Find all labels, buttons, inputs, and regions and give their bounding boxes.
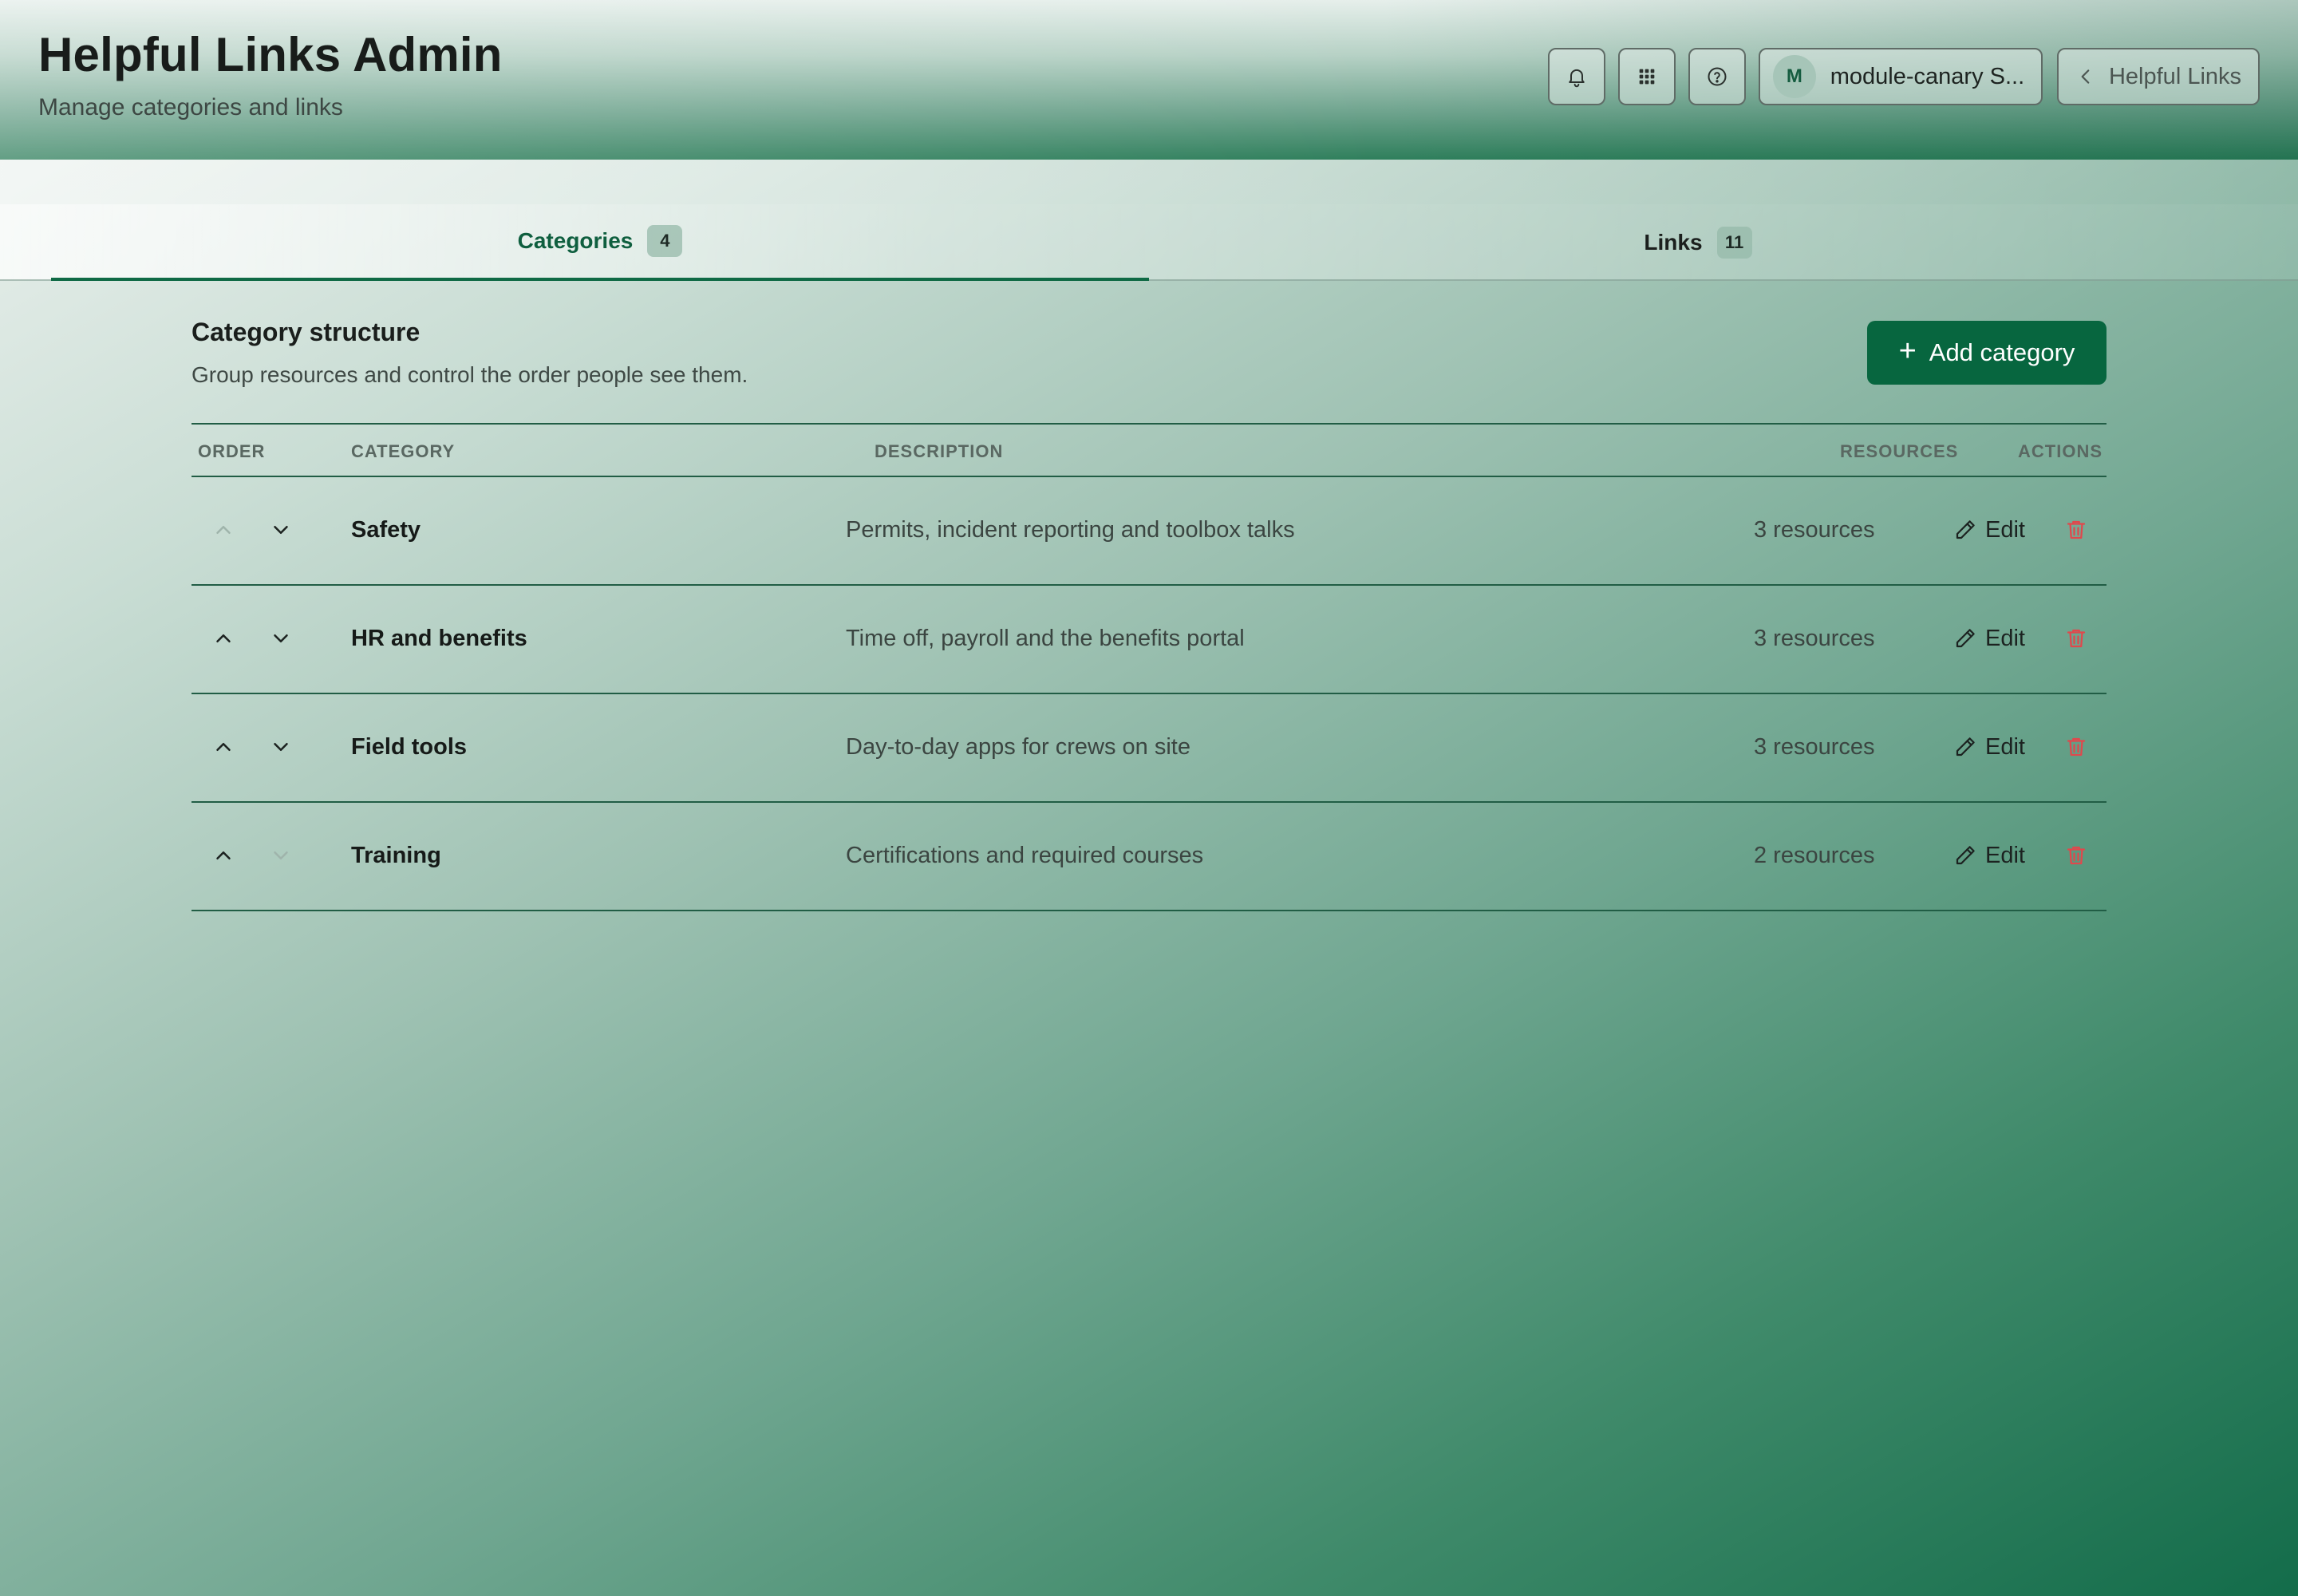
category-table: ORDER CATEGORY DESCRIPTION RESOURCES ACT…: [192, 423, 2106, 911]
edit-label: Edit: [1985, 625, 2025, 651]
tab-bar: Categories 4 Links 11: [0, 204, 2298, 281]
edit-button[interactable]: Edit: [1953, 512, 2025, 547]
tab-categories[interactable]: Categories 4: [51, 204, 1149, 281]
move-down-button[interactable]: [265, 731, 297, 763]
help-icon: [1708, 67, 1727, 86]
count-badge: 11: [1716, 227, 1752, 259]
edit-label: Edit: [1985, 733, 2025, 760]
avatar: M: [1773, 55, 1816, 98]
category-description: Time off, payroll and the benefits porta…: [846, 626, 1245, 651]
pencil-icon: [1956, 629, 1975, 648]
chevron-down-icon: [274, 526, 288, 534]
count-badge: 4: [647, 225, 683, 257]
tab-links[interactable]: Links 11: [1149, 204, 2247, 281]
column-header-actions: ACTIONS: [2018, 441, 2103, 461]
section-subtitle: Group resources and control the order pe…: [192, 362, 748, 387]
header-divider-strip: [0, 160, 2298, 204]
chevron-up-icon: [216, 851, 231, 859]
chevron-down-icon: [274, 851, 288, 859]
trash-icon: [2067, 629, 2086, 648]
table-row: Safety Permits, incident reporting and t…: [192, 477, 2106, 586]
delete-button[interactable]: [2060, 731, 2092, 763]
chevron-up-icon: [216, 634, 231, 642]
notifications-button[interactable]: [1548, 48, 1605, 105]
table-body: Safety Permits, incident reporting and t…: [192, 477, 2106, 911]
category-description: Day-to-day apps for crews on site: [846, 734, 1190, 760]
delete-button[interactable]: [2060, 839, 2092, 871]
page-title: Helpful Links Admin: [38, 28, 503, 81]
back-button-label: Helpful Links: [2108, 63, 2242, 89]
trash-icon: [2067, 520, 2086, 539]
back-to-helpful-links-button[interactable]: Helpful Links: [2057, 48, 2260, 105]
table-header: ORDER CATEGORY DESCRIPTION RESOURCES ACT…: [192, 423, 2106, 477]
category-name: Training: [351, 843, 441, 868]
edit-button[interactable]: Edit: [1953, 838, 2025, 873]
apps-button[interactable]: [1618, 48, 1676, 105]
column-header-description: DESCRIPTION: [875, 441, 1004, 461]
edit-button[interactable]: Edit: [1953, 621, 2025, 656]
add-category-button[interactable]: + Add category: [1867, 321, 2106, 385]
table-row: HR and benefits Time off, payroll and th…: [192, 586, 2106, 694]
move-up-button[interactable]: [207, 622, 239, 654]
category-name: Safety: [351, 517, 421, 543]
chevron-left-icon: [2081, 69, 2090, 84]
resource-count: 3 resources: [1754, 626, 1875, 651]
tab-label: Links: [1644, 230, 1703, 255]
pencil-icon: [1956, 520, 1975, 539]
page-subtitle: Manage categories and links: [38, 94, 343, 120]
delete-button[interactable]: [2060, 514, 2092, 546]
chevron-up-icon: [216, 526, 231, 534]
move-down-button[interactable]: [265, 839, 297, 871]
pencil-icon: [1956, 737, 1975, 757]
edit-label: Edit: [1985, 516, 2025, 543]
move-down-button[interactable]: [265, 514, 297, 546]
table-row: Training Certifications and required cou…: [192, 803, 2106, 911]
add-category-label: Add category: [1929, 338, 2075, 366]
move-up-button[interactable]: [207, 731, 239, 763]
table-row: Field tools Day-to-day apps for crews on…: [192, 694, 2106, 803]
edit-button[interactable]: Edit: [1953, 729, 2025, 764]
move-down-button[interactable]: [265, 622, 297, 654]
category-name: Field tools: [351, 734, 467, 760]
workspace-switcher[interactable]: M module-canary S...: [1759, 48, 2043, 105]
app-header: Helpful Links Admin Manage categories an…: [0, 0, 2298, 160]
resource-count: 3 resources: [1754, 517, 1875, 543]
category-description: Permits, incident reporting and toolbox …: [846, 517, 1295, 543]
chevron-down-icon: [274, 634, 288, 642]
tab-label: Categories: [517, 228, 634, 253]
trash-icon: [2067, 846, 2086, 865]
delete-button[interactable]: [2060, 622, 2092, 654]
chevron-down-icon: [274, 743, 288, 751]
move-up-button[interactable]: [207, 514, 239, 546]
category-description: Certifications and required courses: [846, 843, 1204, 868]
pencil-icon: [1956, 846, 1975, 865]
resource-count: 3 resources: [1754, 734, 1875, 760]
column-header-order: ORDER: [198, 441, 266, 461]
edit-label: Edit: [1985, 842, 2025, 868]
apps-grid-icon: [1639, 69, 1655, 85]
workspace-name: module-canary S...: [1830, 63, 2024, 89]
resource-count: 2 resources: [1754, 843, 1875, 868]
category-name: HR and benefits: [351, 626, 527, 651]
section-title: Category structure: [192, 318, 421, 346]
help-button[interactable]: [1688, 48, 1746, 105]
column-header-resources: RESOURCES: [1840, 441, 1959, 461]
trash-icon: [2067, 737, 2086, 757]
chevron-up-icon: [216, 743, 231, 751]
move-up-button[interactable]: [207, 839, 239, 871]
column-header-category: CATEGORY: [351, 441, 456, 461]
plus-icon: +: [1898, 334, 1917, 368]
bell-icon: [1569, 69, 1585, 88]
